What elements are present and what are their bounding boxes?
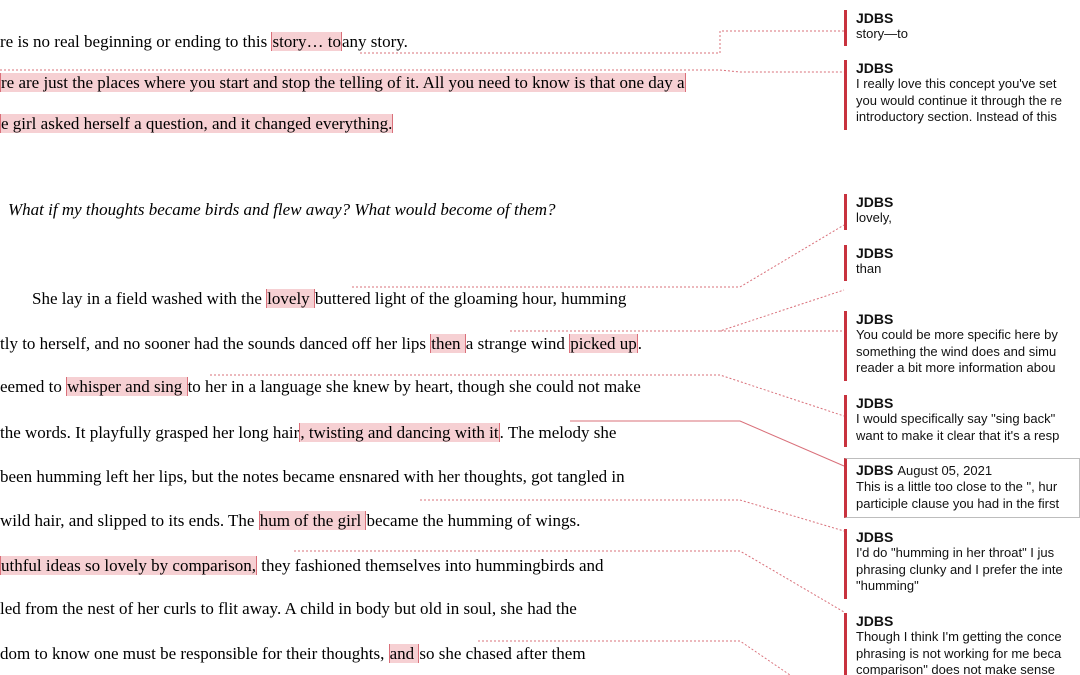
comment-text-line: phrasing is not working for me beca	[856, 645, 1062, 661]
comment-text-line: I really love this concept you've set	[856, 76, 1057, 91]
comment-text-line: This is a little too close to the ", hur	[856, 479, 1058, 494]
comment-author: JDBS	[856, 245, 1080, 261]
comment-text-line: than	[856, 261, 882, 276]
highlighted-text[interactable]: uthful ideas so lovely by comparison,	[0, 556, 257, 575]
highlighted-text[interactable]: e girl asked herself a question, and it …	[0, 114, 394, 133]
comment-text-line: phrasing clunky and I prefer the inte	[856, 561, 1063, 577]
text-run: . The melody she	[499, 423, 617, 442]
comment-balloon[interactable]: JDBS story—to	[844, 10, 1080, 46]
comment-author: JDBS	[856, 395, 1080, 411]
comment-text-line: reader a bit more information abou	[856, 360, 1056, 375]
comment-text-line: lovely,	[856, 210, 892, 225]
text-run: became the humming of wings.	[366, 511, 581, 530]
comment-text-line: introductory section. Instead of this	[856, 109, 1057, 124]
text-run: any story.	[341, 32, 408, 51]
text-run: eemed to	[0, 377, 67, 396]
highlighted-text[interactable]: story… to	[271, 32, 342, 51]
comment-author-name: JDBS	[856, 194, 894, 210]
comment-balloon[interactable]: JDBS than	[844, 245, 1080, 281]
comment-balloon[interactable]: JDBS I really love this concept you've se…	[844, 60, 1080, 130]
doc-line: wild hair, and slipped to its ends. The …	[0, 510, 580, 532]
doc-line: led from the nest of her curls to flit a…	[0, 598, 577, 620]
comment-author-name: JDBS	[856, 613, 894, 629]
highlighted-text[interactable]: whisper and sing	[66, 377, 188, 396]
doc-line: re is no real beginning or ending to thi…	[0, 31, 408, 53]
text-run: the words. It playfully grasped her long…	[0, 423, 300, 442]
doc-line: re are just the places where you start a…	[0, 72, 686, 94]
comment-balloon[interactable]: JDBS lovely,	[844, 194, 1080, 230]
comment-text-line: story—to	[856, 26, 909, 41]
comment-author: JDBS August 05, 2021	[856, 462, 1079, 479]
comment-text-line: something the wind does and simu	[856, 343, 1057, 359]
doc-line: uthful ideas so lovely by comparison, th…	[0, 555, 604, 577]
comment-balloon[interactable]: JDBS You could be more specific here by so…	[844, 311, 1080, 381]
comment-text-line: You could be more specific here by	[856, 327, 1058, 342]
text-run: buttered light of the gloaming hour, hum…	[314, 289, 627, 308]
text-run: wild hair, and slipped to its ends. The	[0, 511, 259, 530]
comment-balloon-active[interactable]: JDBS August 05, 2021 This is a little too …	[844, 458, 1080, 518]
text-run: they fashioned themselves into hummingbi…	[256, 556, 604, 575]
comment-margin: JDBS story—to JDBS I really love this conc…	[840, 0, 1080, 675]
text-run: re is no real beginning or ending to thi…	[0, 32, 272, 51]
comment-author: JDBS	[856, 194, 1080, 210]
comment-author: JDBS	[856, 311, 1080, 327]
text-run: What if my thoughts became birds and fle…	[8, 200, 556, 219]
document-page[interactable]: re is no real beginning or ending to thi…	[0, 0, 840, 675]
highlighted-text[interactable]: hum of the girl	[258, 511, 367, 530]
comment-balloon[interactable]: JDBS Though I think I'm getting the conce…	[844, 613, 1080, 675]
comment-author-name: JDBS	[856, 529, 894, 545]
highlighted-text[interactable]: lovely	[266, 289, 315, 308]
comment-author: JDBS	[856, 60, 1080, 76]
doc-line-italic-question: What if my thoughts became birds and fle…	[8, 199, 556, 221]
comment-text-line: "humming"	[856, 578, 919, 593]
comment-text-line: want to make it clear that it's a resp	[856, 427, 1060, 443]
comment-author: JDBS	[856, 10, 1080, 26]
comment-balloon[interactable]: JDBS I'd do "humming in her throat" I jus…	[844, 529, 1080, 599]
comment-date: August 05, 2021	[897, 463, 993, 478]
text-run: She lay in a field washed with the	[32, 289, 267, 308]
comment-text-line: I would specifically say "sing back"	[856, 411, 1056, 426]
doc-line: tly to herself, and no sooner had the so…	[0, 333, 642, 355]
doc-line: e girl asked herself a question, and it …	[0, 113, 394, 135]
highlighted-text[interactable]: picked up	[569, 334, 638, 353]
text-run: so she chased after them	[419, 644, 586, 663]
comment-author-name: JDBS	[856, 10, 894, 26]
comment-text-line: comparison" does not make sense	[856, 662, 1055, 675]
doc-line: She lay in a field washed with the lovel…	[32, 288, 626, 310]
doc-line: the words. It playfully grasped her long…	[0, 422, 616, 444]
comment-author-name: JDBS	[856, 395, 894, 411]
comment-text-line: you would continue it through the re	[856, 92, 1062, 108]
highlighted-text[interactable]: re are just the places where you start a…	[0, 73, 686, 92]
doc-line: been humming left her lips, but the note…	[0, 466, 625, 488]
comment-author-name: JDBS	[856, 462, 894, 478]
text-run: a strange wind	[465, 334, 570, 353]
doc-line: dom to know one must be responsible for …	[0, 643, 586, 665]
text-run: tly to herself, and no sooner had the so…	[0, 334, 431, 353]
highlighted-text[interactable]: and	[388, 644, 420, 663]
text-run: led from the nest of her curls to flit a…	[0, 599, 577, 618]
text-run: dom to know one must be responsible for …	[0, 644, 389, 663]
doc-line: eemed to whisper and sing to her in a la…	[0, 376, 641, 398]
comment-text-line: I'd do "humming in her throat" I jus	[856, 545, 1055, 560]
text-run: .	[637, 334, 643, 353]
text-run: been humming left her lips, but the note…	[0, 467, 625, 486]
comment-author-name: JDBS	[856, 60, 894, 76]
comment-balloon[interactable]: JDBS I would specifically say "sing back"…	[844, 395, 1080, 447]
comment-text-line: Though I think I'm getting the conce	[856, 629, 1062, 644]
highlighted-text[interactable]: , twisting and dancing with it	[299, 423, 500, 442]
comment-text-line: participle clause you had in the first	[856, 495, 1060, 511]
comment-author-name: JDBS	[856, 245, 894, 261]
text-run: to her in a language she knew by heart, …	[187, 377, 641, 396]
highlighted-text[interactable]: then	[430, 334, 466, 353]
comment-author: JDBS	[856, 529, 1080, 545]
comment-author: JDBS	[856, 613, 1080, 629]
comment-author-name: JDBS	[856, 311, 894, 327]
